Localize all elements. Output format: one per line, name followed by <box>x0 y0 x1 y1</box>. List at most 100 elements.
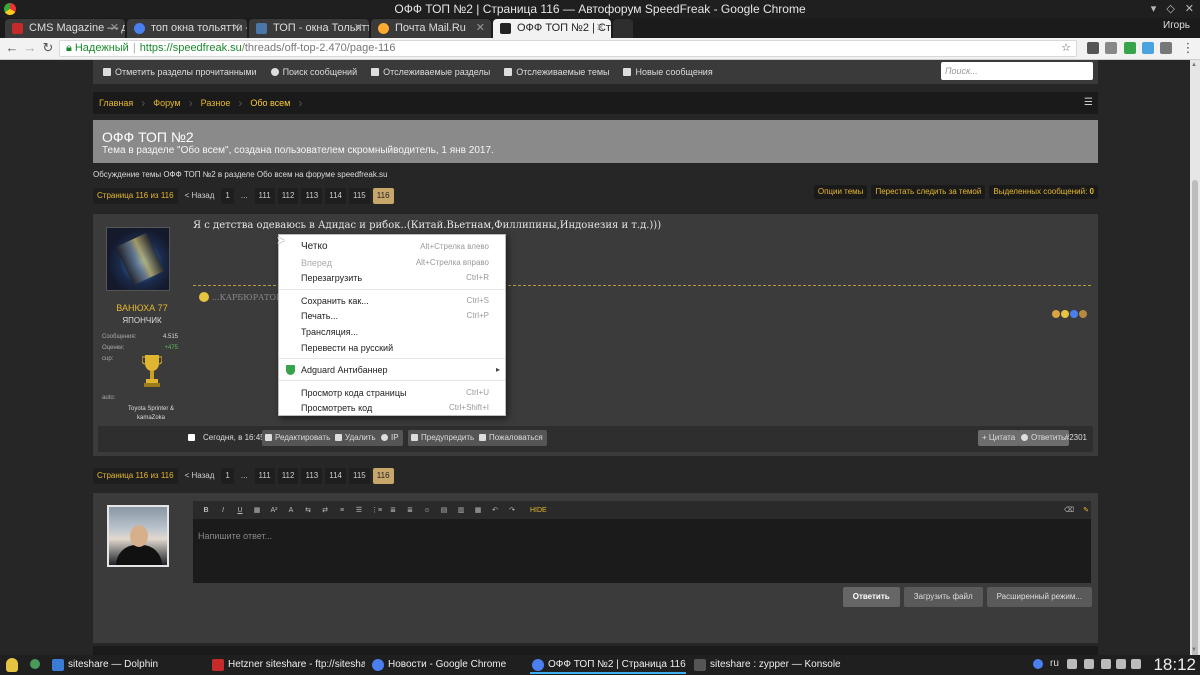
select-post-checkbox[interactable] <box>188 434 195 441</box>
ip-button[interactable]: IP <box>378 430 403 446</box>
forward-icon[interactable]: → <box>22 40 38 56</box>
minimize-icon[interactable]: ▾ <box>1151 0 1157 18</box>
adguard-icon[interactable] <box>1124 42 1136 54</box>
prev-page-link[interactable]: < Назад <box>181 188 219 204</box>
chrome-tray-icon[interactable] <box>1033 659 1043 669</box>
scroll-down-icon[interactable]: ▼ <box>1191 647 1197 653</box>
taskbar-item-konsole[interactable]: siteshare : zypper — Konsole <box>692 656 852 674</box>
menu-item-cast[interactable]: Трансляция... <box>279 324 505 340</box>
page-link[interactable]: 113 <box>301 188 323 204</box>
pencil-icon[interactable]: ✎ <box>1081 506 1091 514</box>
extension-icon[interactable] <box>1160 42 1172 54</box>
tab-speedfreak[interactable]: ОФФ ТОП №2 | Стра ✕ <box>493 19 611 38</box>
report-button[interactable]: Пожаловаться <box>476 430 547 446</box>
jump-menu-icon[interactable]: ☰ <box>1084 97 1093 108</box>
forum-search-input[interactable]: Поиск... <box>941 62 1093 80</box>
bluetooth-icon[interactable] <box>1101 659 1111 669</box>
advanced-mode-button[interactable]: Расширенный режим... <box>986 587 1092 607</box>
page-link[interactable]: 113 <box>301 468 323 484</box>
launcher-icon[interactable] <box>30 659 40 669</box>
author-avatar[interactable] <box>106 227 170 291</box>
start-menu-icon[interactable] <box>6 658 18 672</box>
outdent-button[interactable]: ≣ <box>405 506 415 514</box>
info-icon[interactable] <box>1070 310 1078 318</box>
tab-google-search[interactable]: топ окна тольятти - ✕ <box>127 19 247 38</box>
menu-icon[interactable]: ⋮ <box>1180 40 1196 56</box>
mark-read-link[interactable]: Отметить разделы прочитанными <box>103 67 257 77</box>
breadcrumb-current[interactable]: Обо всем <box>250 98 290 108</box>
breadcrumb-forum[interactable]: Форум <box>153 98 180 108</box>
redo-button[interactable]: ↷ <box>507 506 517 514</box>
breadcrumb-misc[interactable]: Разное <box>201 98 231 108</box>
warn-button[interactable]: Предупредить <box>408 430 479 446</box>
like-icon[interactable] <box>1052 310 1060 318</box>
underline-button[interactable]: U <box>235 507 245 514</box>
tab-vk[interactable]: ТОП - окна Тольятти ✕ <box>249 19 369 38</box>
edit-button[interactable]: Редактировать <box>262 430 335 446</box>
bullet-list-button[interactable]: ☰ <box>354 506 364 514</box>
font-button[interactable]: A <box>286 507 296 514</box>
new-tab-button[interactable] <box>613 19 633 38</box>
bold-button[interactable]: B <box>201 507 211 514</box>
page-scrollbar[interactable]: ▲ ▼ <box>1190 60 1200 660</box>
taskbar-item-chrome-news[interactable]: Новости - Google Chrome <box>370 656 525 674</box>
watched-forums-link[interactable]: Отслеживаемые разделы <box>371 67 490 77</box>
smile-icon[interactable] <box>1061 310 1069 318</box>
page-link[interactable]: 115 <box>349 188 370 204</box>
delete-button[interactable]: Удалить <box>332 430 380 446</box>
smilies-button[interactable]: ☺ <box>422 507 432 514</box>
unlink-button[interactable]: ⇄ <box>320 506 330 514</box>
menu-item-inspect[interactable]: Просмотреть код Ctrl+Shift+I <box>279 400 505 416</box>
tray-expand-icon[interactable] <box>1131 659 1141 669</box>
search-posts-link[interactable]: Поиск сообщений <box>270 67 357 77</box>
wifi-icon[interactable] <box>1067 659 1077 669</box>
taskbar-item-chrome-forum[interactable]: ОФФ ТОП №2 | Страница 116 — <box>530 656 686 674</box>
undo-button[interactable]: ↶ <box>490 506 500 514</box>
page-link[interactable]: 1 <box>221 188 234 204</box>
eraser-icon[interactable]: ⌫ <box>1064 506 1074 514</box>
current-page[interactable]: 116 <box>372 468 394 484</box>
page-link[interactable]: 1 <box>221 468 234 484</box>
taskbar-item-dolphin[interactable]: siteshare — Dolphin <box>50 656 205 674</box>
quote-button[interactable]: + Цитата <box>978 430 1020 446</box>
extension-icon[interactable] <box>1105 42 1117 54</box>
new-posts-link[interactable]: Новые сообщения <box>623 67 713 77</box>
upload-file-button[interactable]: Загрузить файл <box>903 587 983 607</box>
reply-button[interactable]: Ответить <box>1018 430 1070 446</box>
volume-icon[interactable] <box>1084 659 1094 669</box>
menu-item-back[interactable]: Четко Alt+Стрелка влево <box>279 239 505 255</box>
unwatch-thread-button[interactable]: Перестать следить за темой <box>871 185 986 199</box>
scroll-up-icon[interactable]: ▲ <box>1191 62 1197 68</box>
close-tab-icon[interactable]: ✕ <box>476 19 485 38</box>
restore-icon[interactable]: ◇ <box>1166 0 1174 18</box>
page-link[interactable]: 114 <box>325 468 346 484</box>
close-tab-icon[interactable]: ✕ <box>354 19 363 38</box>
menu-item-print[interactable]: Печать... Ctrl+P <box>279 308 505 324</box>
color-button[interactable]: ▦ <box>252 506 262 514</box>
page-link[interactable]: 111 <box>254 188 275 204</box>
author-name[interactable]: ВАНЮХА 77 <box>98 303 186 313</box>
watched-threads-link[interactable]: Отслеживаемые темы <box>504 67 609 77</box>
submit-reply-button[interactable]: Ответить <box>842 587 900 607</box>
menu-item-reload[interactable]: Перезагрузить Ctrl+R <box>279 270 505 286</box>
thread-options-button[interactable]: Опции темы <box>813 185 868 199</box>
extension-icon[interactable] <box>1142 42 1154 54</box>
prev-page-link[interactable]: < Назад <box>181 468 219 484</box>
selected-posts-button[interactable]: Выделенных сообщений: 0 <box>989 185 1098 199</box>
close-tab-icon[interactable]: ✕ <box>596 19 605 38</box>
hide-button[interactable]: HIDE <box>530 507 547 514</box>
close-tab-icon[interactable]: ✕ <box>232 19 241 38</box>
image-button[interactable]: ▤ <box>439 506 449 514</box>
indent-button[interactable]: ≣ <box>388 506 398 514</box>
close-tab-icon[interactable]: ✕ <box>110 19 119 38</box>
extension-icon[interactable] <box>1087 42 1099 54</box>
page-link[interactable]: 112 <box>277 188 299 204</box>
menu-item-adguard[interactable]: Adguard Антибаннер ▸ <box>279 362 505 378</box>
page-link[interactable]: 115 <box>349 468 370 484</box>
clock[interactable]: 18:12 <box>1153 655 1196 675</box>
insert-button[interactable]: ▦ <box>473 506 483 514</box>
menu-item-translate[interactable]: Перевести на русский <box>279 340 505 356</box>
current-page[interactable]: 116 <box>372 188 394 204</box>
number-list-button[interactable]: ⋮≡ <box>371 506 382 514</box>
address-bar[interactable]: 🔒︎ Надежный | https://speedfreak.su/threads… <box>59 40 1077 57</box>
